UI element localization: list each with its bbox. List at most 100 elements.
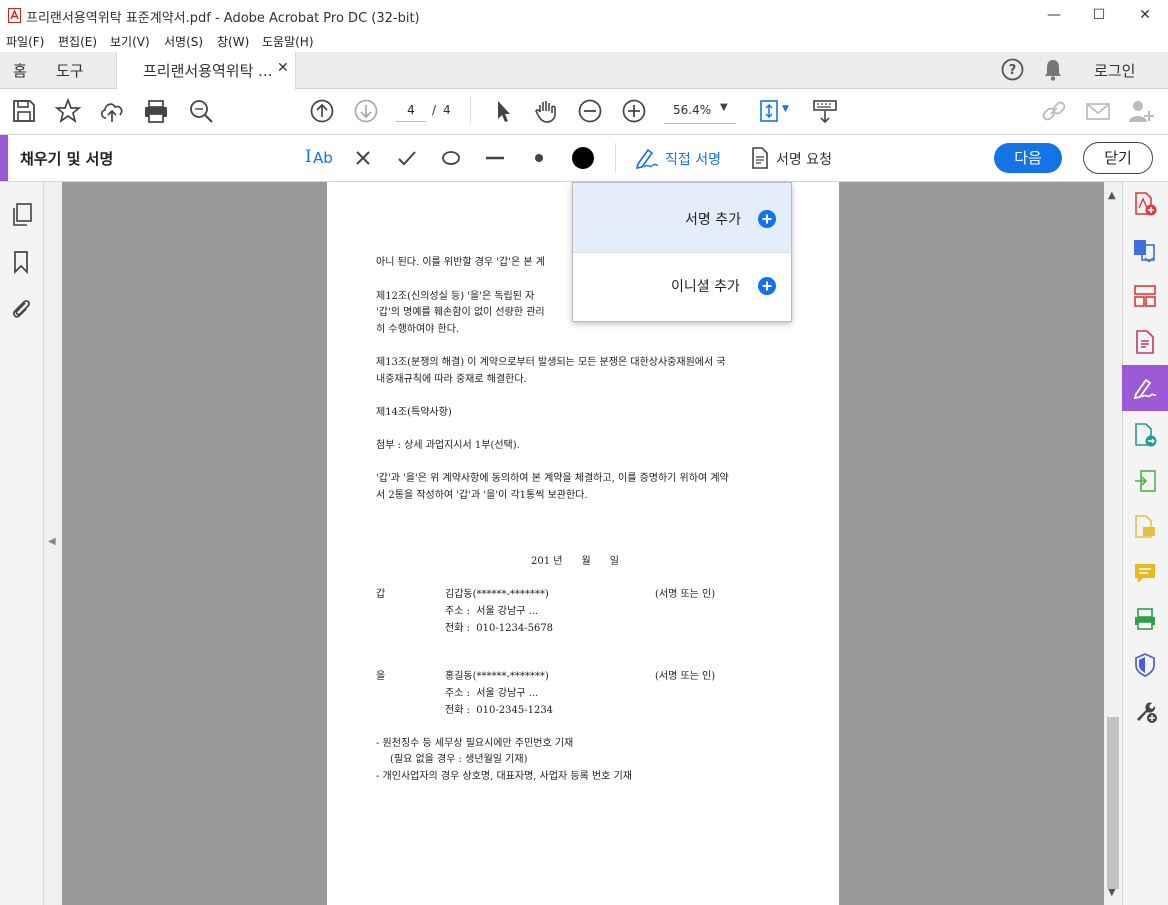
doc-line: 아니 된다. 이를 위반할 경우 '갑'은 본 계 <box>376 257 545 268</box>
fill-sign-divider <box>615 143 616 173</box>
note-line: - 개인사업자의 경우 상호명, 대표자명, 사업자 등록 번호 기재 <box>376 771 632 782</box>
organize-pages-icon[interactable] <box>1133 284 1157 308</box>
pen-sign-icon <box>635 148 659 170</box>
zoom-level-value: 56.4% <box>673 103 712 117</box>
tab-tools[interactable]: 도구 <box>56 60 84 81</box>
dot-icon[interactable] <box>528 147 550 169</box>
collapse-pane-strip[interactable]: ◀ <box>44 182 62 905</box>
party-b-address: 주소 : 서울 강남구 ... <box>445 688 539 699</box>
add-user-icon[interactable] <box>1127 97 1155 125</box>
menu-window[interactable]: 창(W) <box>217 33 249 50</box>
request-sign-label: 서명 요청 <box>776 152 832 168</box>
send-for-signature-icon[interactable] <box>1133 423 1157 447</box>
scroll-up-arrow-icon[interactable]: ▲ <box>1108 190 1116 201</box>
fill-sign-accent <box>0 135 8 181</box>
email-icon[interactable] <box>1084 97 1112 125</box>
check-mark-icon[interactable] <box>396 147 418 169</box>
select-cursor-icon[interactable] <box>489 97 517 125</box>
next-page-icon[interactable] <box>352 97 380 125</box>
previous-page-icon[interactable] <box>308 97 336 125</box>
add-signature-label: 서명 추가 <box>685 212 741 228</box>
party-b-sign: (서명 또는 인) <box>655 671 716 682</box>
request-sign-button[interactable]: 서명 요청 <box>750 144 850 172</box>
cross-mark-icon[interactable] <box>352 147 374 169</box>
export-pdf-icon[interactable] <box>1133 469 1157 493</box>
date-line: 201 년 월 일 <box>531 556 620 567</box>
hand-tool-icon[interactable] <box>532 97 560 125</box>
scan-print-icon[interactable] <box>1133 607 1157 631</box>
note-line: (필요 없을 경우 : 생년월일 기재) <box>390 754 528 765</box>
login-link[interactable]: 로그인 <box>1094 60 1135 81</box>
party-a-name: 김갑동(******-*******) <box>445 589 549 600</box>
doc-line: 내중재규칙에 따라 중재로 해결한다. <box>376 374 527 385</box>
page-number-input[interactable]: 4 <box>396 99 426 122</box>
save-icon[interactable] <box>10 97 38 125</box>
comment-document-icon[interactable] <box>1133 515 1157 539</box>
tab-home[interactable]: 홈 <box>13 60 27 81</box>
fill-sign-tool-active[interactable] <box>1122 365 1168 411</box>
minimize-button[interactable]: — <box>1031 3 1077 27</box>
comment-icon[interactable] <box>1133 561 1157 585</box>
notification-bell-icon[interactable] <box>1043 58 1063 81</box>
color-picker-icon[interactable] <box>571 146 595 170</box>
tab-close-icon[interactable]: ✕ <box>277 60 289 76</box>
share-link-icon[interactable] <box>1040 97 1068 125</box>
zoom-search-icon[interactable] <box>187 97 215 125</box>
bookmark-icon[interactable] <box>12 250 30 274</box>
page-thumbnails-icon[interactable] <box>11 203 33 227</box>
zoom-in-icon[interactable] <box>620 97 648 125</box>
doc-line: 서 2통을 작성하여 '갑'과 '을'이 각1통씩 보관한다. <box>376 490 588 501</box>
next-button[interactable]: 다음 <box>994 143 1062 173</box>
self-sign-button[interactable]: 직접 서명 <box>634 144 734 172</box>
menu-help[interactable]: 도움말(H) <box>262 33 314 50</box>
fit-page-icon[interactable] <box>756 97 784 125</box>
collapse-arrow-icon[interactable]: ◀ <box>48 536 56 547</box>
doc-line: '갑'과 '을'은 위 계약사항에 동의하여 본 계약을 체결하고, 이를 증명… <box>376 473 729 484</box>
close-window-button[interactable]: ✕ <box>1122 3 1168 27</box>
ellipse-icon[interactable] <box>440 147 462 169</box>
party-b-phone: 전화 : 010-2345-1234 <box>445 705 554 716</box>
close-fill-sign-button[interactable]: 닫기 <box>1083 142 1153 174</box>
add-signature-menu-item[interactable]: 서명 추가 <box>573 183 791 252</box>
doc-line: 히 수행하여야 한다. <box>376 324 460 335</box>
svg-text:?: ? <box>1009 63 1017 78</box>
protect-shield-icon[interactable] <box>1133 653 1157 677</box>
tab-document[interactable]: 프리랜서용역위탁 ... ✕ <box>116 52 296 89</box>
plus-circle-icon <box>758 210 776 228</box>
add-text-tool[interactable]: I Ab <box>305 146 333 170</box>
more-tools-icon[interactable] <box>1133 699 1157 723</box>
fill-sign-title: 채우기 및 서명 <box>20 150 114 168</box>
menu-bar: 파일(F) 편집(E) 보기(V) 서명(S) 창(W) 도움말(H) <box>0 30 1168 52</box>
print-icon[interactable] <box>142 97 170 125</box>
menu-view[interactable]: 보기(V) <box>110 33 150 50</box>
zoom-out-icon[interactable] <box>576 97 604 125</box>
cloud-upload-icon[interactable] <box>98 97 126 125</box>
scrollbar-thumb[interactable] <box>1107 717 1119 889</box>
attachment-icon[interactable] <box>10 296 32 320</box>
combine-files-icon[interactable] <box>1133 238 1157 262</box>
create-pdf-icon[interactable] <box>1133 192 1157 216</box>
document-request-icon <box>752 147 768 169</box>
keyboard-scroll-icon[interactable] <box>811 97 839 125</box>
help-icon[interactable]: ? <box>1001 58 1024 81</box>
menu-edit[interactable]: 편집(E) <box>58 33 97 50</box>
edit-pdf-icon[interactable] <box>1133 330 1157 354</box>
page-separator: / <box>432 103 437 117</box>
note-line: - 원천징수 등 세무상 필요시에만 주민번호 기재 <box>376 738 574 749</box>
menu-sign[interactable]: 서명(S) <box>164 33 203 50</box>
plus-circle-icon <box>758 277 776 295</box>
add-initials-menu-item[interactable]: 이니셜 추가 <box>573 253 791 321</box>
fit-page-chevron-icon[interactable]: ▼ <box>782 104 789 114</box>
doc-line: 제12조(신의성실 등) '을'은 독립된 자 <box>376 291 535 302</box>
star-bookmark-icon[interactable] <box>54 97 82 125</box>
line-icon[interactable] <box>484 147 506 169</box>
zoom-level-select[interactable]: 56.4% ▼ <box>664 99 736 124</box>
maximize-button[interactable]: ☐ <box>1076 3 1122 27</box>
add-text-label: Ab <box>313 149 333 167</box>
party-a-sign: (서명 또는 인) <box>655 589 716 600</box>
page-total: 4 <box>443 103 451 117</box>
menu-file[interactable]: 파일(F) <box>6 33 44 50</box>
add-initials-label: 이니셜 추가 <box>671 279 740 295</box>
doc-line: 제13조(분쟁의 해결) 이 계약으로부터 발생되는 모든 분쟁은 대한상사중재… <box>376 357 726 368</box>
party-b-label: 을 <box>376 671 386 682</box>
